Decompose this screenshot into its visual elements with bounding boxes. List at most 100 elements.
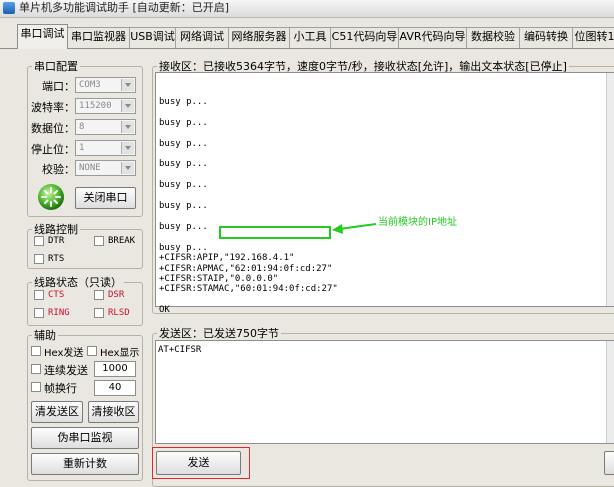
receive-log: busy p... busy p... busy p... busy p... … xyxy=(159,97,338,316)
stop-bits-label: 停止位： xyxy=(31,143,75,156)
clear-receive-button[interactable]: 清接收区 xyxy=(88,401,139,423)
chevron-down-icon xyxy=(121,100,134,112)
stop-bits-value: 1 xyxy=(79,143,85,153)
tab-serial-monitor[interactable]: 串口监视器 xyxy=(67,27,130,48)
serial-config-legend: 串口配置 xyxy=(34,60,78,73)
receive-line xyxy=(159,170,338,180)
title-bar: 单片机多功能调试助手 [自动更新：已开启] xyxy=(0,0,614,18)
receive-line xyxy=(159,211,338,221)
dsr-indicator xyxy=(94,290,104,300)
receive-line: +CIFSR:APMAC,"62:01:94:0f:cd:27" xyxy=(159,263,333,274)
cts-indicator xyxy=(34,290,44,300)
receive-line: busy p... xyxy=(159,180,208,191)
ring-label: RING xyxy=(48,308,70,318)
line-status-legend: 线路状态（只读） xyxy=(34,276,122,289)
continuous-interval-input[interactable]: 1000 xyxy=(94,361,136,377)
chevron-down-icon xyxy=(121,121,134,133)
chevron-down-icon xyxy=(121,79,134,91)
dtr-checkbox[interactable] xyxy=(34,236,44,246)
tab-serial-debug[interactable]: 串口调试 xyxy=(17,24,68,49)
tab-network-debug[interactable]: 网络调试 xyxy=(175,27,229,48)
send-button[interactable]: 发送 xyxy=(156,451,241,475)
receive-line: busy p... xyxy=(159,201,208,212)
rlsd-label: RLSD xyxy=(108,308,130,318)
tab-divider xyxy=(0,48,614,49)
parity-value: NONE xyxy=(79,163,101,173)
pseudo-monitor-button[interactable]: 伪串口监视 xyxy=(31,427,139,449)
frame-newline-label: 帧换行 xyxy=(44,382,77,395)
port-select[interactable]: COM3 xyxy=(75,77,136,93)
clear-send-button[interactable]: 清发送区 xyxy=(31,401,83,423)
hex-display-checkbox[interactable] xyxy=(87,346,97,356)
dsr-label: DSR xyxy=(108,290,125,300)
port-open-status-icon xyxy=(38,184,64,210)
chevron-down-icon xyxy=(121,142,134,154)
receive-line xyxy=(159,149,338,159)
tab-bar: 串口调试 串口监视器 USB调试 网络调试 网络服务器 小工具 C51代码向导 … xyxy=(0,19,614,49)
hex-display-label: Hex显示 xyxy=(100,348,140,359)
tab-usb-debug[interactable]: USB调试 xyxy=(129,27,176,48)
receive-line: +CIFSR:APIP,"192.168.4.1" xyxy=(159,253,295,264)
window-title: 单片机多功能调试助手 [自动更新：已开启] xyxy=(19,1,230,14)
extra-button[interactable] xyxy=(604,451,614,475)
dtr-label: DTR xyxy=(48,236,65,246)
line-control-legend: 线路控制 xyxy=(34,223,78,236)
ip-highlight-box xyxy=(219,226,331,239)
receive-line: +CIFSR:STAMAC,"60:01:94:0f:cd:27" xyxy=(159,284,338,295)
receive-line: +CIFSR:STAIP,"0.0.0.0" xyxy=(159,273,279,284)
send-legend: 发送区：已发送750字节 xyxy=(159,327,279,340)
close-port-button[interactable]: 关闭串口 xyxy=(75,187,136,209)
parity-select[interactable]: NONE xyxy=(75,160,136,176)
data-bits-value: 8 xyxy=(79,122,85,132)
tab-bitmap[interactable]: 位图转16 xyxy=(572,27,614,48)
receive-line: busy p... xyxy=(159,97,208,107)
baud-select[interactable]: 115200 xyxy=(75,98,136,114)
receive-line xyxy=(159,128,338,138)
tab-network-server[interactable]: 网络服务器 xyxy=(228,27,290,48)
data-bits-label: 数据位： xyxy=(31,122,75,135)
port-value: COM3 xyxy=(79,80,101,90)
ring-indicator xyxy=(34,308,44,318)
hex-send-checkbox[interactable] xyxy=(31,346,41,356)
receive-scrollbar[interactable] xyxy=(606,73,614,306)
continuous-send-label: 连续发送 xyxy=(44,364,88,377)
receive-line: busy p... xyxy=(159,138,208,149)
rts-checkbox[interactable] xyxy=(34,254,44,264)
break-checkbox[interactable] xyxy=(94,236,104,246)
continuous-send-checkbox[interactable] xyxy=(31,364,41,374)
cts-label: CTS xyxy=(48,290,65,300)
app-icon xyxy=(3,2,15,14)
chevron-down-icon xyxy=(121,162,134,174)
annotation-arrow-icon xyxy=(332,223,377,234)
tab-c51-wizard[interactable]: C51代码向导 xyxy=(330,27,399,48)
receive-line: busy p... xyxy=(159,242,208,253)
parity-label: 校验： xyxy=(42,163,75,176)
send-text: AT+CIFSR xyxy=(158,345,202,355)
ip-annotation-label: 当前模块的IP地址 xyxy=(378,217,457,228)
stop-bits-select[interactable]: 1 xyxy=(75,140,136,156)
receive-line: OK xyxy=(159,305,170,316)
hex-send-label: Hex发送 xyxy=(44,348,84,359)
tab-avr-wizard[interactable]: AVR代码向导 xyxy=(398,27,467,48)
receive-line xyxy=(159,295,338,305)
receive-line xyxy=(159,107,338,117)
aux-legend: 辅助 xyxy=(34,329,56,342)
receive-line: busy p... xyxy=(159,117,208,128)
tab-data-check[interactable]: 数据校验 xyxy=(466,27,520,48)
send-textarea[interactable]: AT+CIFSR xyxy=(155,340,614,444)
data-bits-select[interactable]: 8 xyxy=(75,119,136,135)
tab-tools[interactable]: 小工具 xyxy=(289,27,331,48)
break-label: BREAK xyxy=(108,236,136,246)
port-label: 端口： xyxy=(42,80,75,93)
receive-textarea[interactable]: busy p... busy p... busy p... busy p... … xyxy=(155,72,614,315)
baud-value: 115200 xyxy=(79,101,112,111)
frame-newline-checkbox[interactable] xyxy=(31,382,41,392)
reset-count-button[interactable]: 重新计数 xyxy=(31,453,139,475)
rts-label: RTS xyxy=(48,254,65,264)
frame-length-input[interactable]: 40 xyxy=(94,380,136,396)
rlsd-indicator xyxy=(94,308,104,318)
send-scrollbar[interactable] xyxy=(606,341,614,443)
baud-label: 波特率： xyxy=(31,101,75,114)
receive-line xyxy=(159,191,338,201)
tab-encoding[interactable]: 编码转换 xyxy=(519,27,573,48)
